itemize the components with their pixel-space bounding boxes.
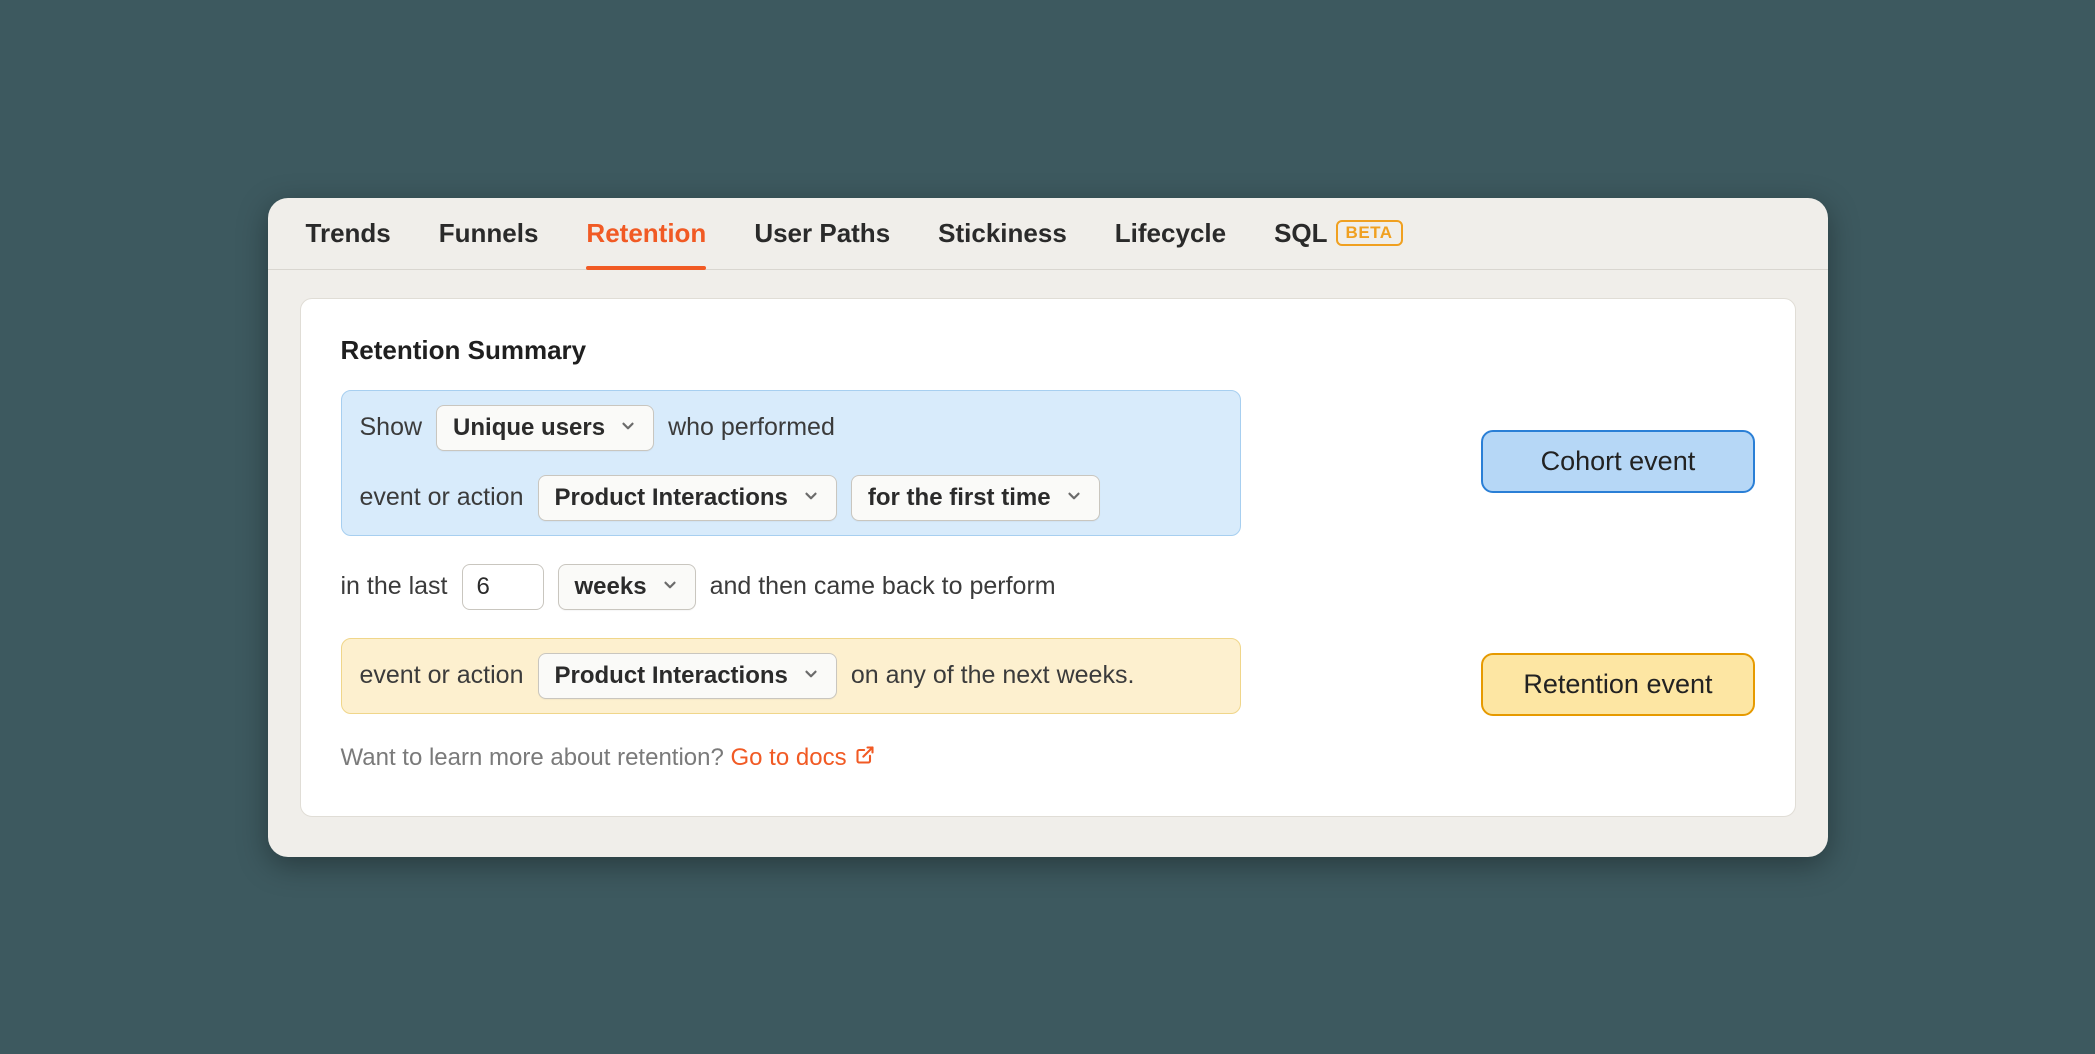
cohort-event-box: Show Unique users who performed event or… xyxy=(341,390,1241,536)
docs-prompt-text: Want to learn more about retention? xyxy=(341,744,731,771)
tab-stickiness[interactable]: Stickiness xyxy=(938,218,1067,269)
retention-event-select-label: Product Interactions xyxy=(555,662,788,690)
unique-users-select[interactable]: Unique users xyxy=(436,405,654,451)
docs-prompt-row: Want to learn more about retention? Go t… xyxy=(341,744,1241,772)
legend-retention-event: Retention event xyxy=(1481,653,1754,716)
text-who-performed: who performed xyxy=(668,413,835,442)
legend-column: Cohort event Retention event xyxy=(1481,390,1754,716)
retention-event-box: event or action Product Interactions on … xyxy=(341,638,1241,714)
tab-sql-label: SQL xyxy=(1274,218,1327,249)
text-show: Show xyxy=(360,413,423,442)
cohort-event-select[interactable]: Product Interactions xyxy=(538,475,837,521)
analytics-widget-window: Trends Funnels Retention User Paths Stic… xyxy=(268,198,1828,857)
tab-sql[interactable]: SQL BETA xyxy=(1274,218,1402,269)
tab-user-paths[interactable]: User Paths xyxy=(754,218,890,269)
chevron-down-icon xyxy=(802,484,820,512)
card-title: Retention Summary xyxy=(341,335,1755,366)
chevron-down-icon xyxy=(802,662,820,690)
legend-cohort-event: Cohort event xyxy=(1481,430,1754,493)
chevron-down-icon xyxy=(619,414,637,442)
text-on-any-next: on any of the next weeks. xyxy=(851,661,1135,690)
text-and-then: and then came back to perform xyxy=(710,572,1056,601)
cohort-condition-select[interactable]: for the first time xyxy=(851,475,1100,521)
retention-event-select[interactable]: Product Interactions xyxy=(538,653,837,699)
unique-users-select-label: Unique users xyxy=(453,414,605,442)
period-unit-select[interactable]: weeks xyxy=(558,564,696,610)
tab-lifecycle[interactable]: Lifecycle xyxy=(1115,218,1226,269)
period-count-input[interactable] xyxy=(462,564,544,610)
cohort-condition-select-label: for the first time xyxy=(868,484,1051,512)
retention-summary-card: Retention Summary Show Unique users who … xyxy=(300,298,1796,817)
content-area: Retention Summary Show Unique users who … xyxy=(268,270,1828,857)
period-unit-select-label: weeks xyxy=(575,573,647,601)
docs-link-label: Go to docs xyxy=(731,744,847,772)
beta-badge: BETA xyxy=(1336,220,1403,246)
cohort-event-select-label: Product Interactions xyxy=(555,484,788,512)
text-in-the-last: in the last xyxy=(341,572,448,601)
text-event-or-action-2: event or action xyxy=(360,661,524,690)
insight-type-tabs: Trends Funnels Retention User Paths Stic… xyxy=(268,198,1828,270)
go-to-docs-link[interactable]: Go to docs xyxy=(731,744,875,772)
text-event-or-action-1: event or action xyxy=(360,483,524,512)
period-row: in the last weeks and then came back to … xyxy=(341,550,1241,624)
chevron-down-icon xyxy=(1065,484,1083,512)
tab-funnels[interactable]: Funnels xyxy=(439,218,539,269)
summary-sentence-column: Show Unique users who performed event or… xyxy=(341,390,1241,772)
tab-trends[interactable]: Trends xyxy=(306,218,391,269)
chevron-down-icon xyxy=(661,573,679,601)
summary-layout: Show Unique users who performed event or… xyxy=(341,390,1755,772)
tab-retention[interactable]: Retention xyxy=(586,218,706,269)
external-link-icon xyxy=(855,744,875,772)
